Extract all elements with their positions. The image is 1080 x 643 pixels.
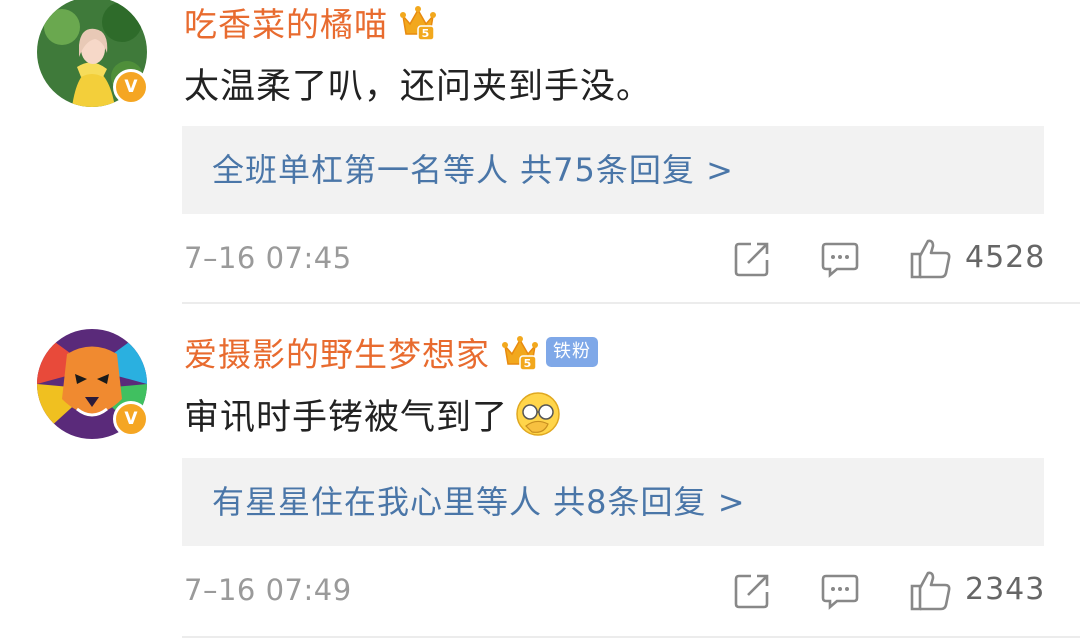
username-row: 吃香菜的橘喵 5 bbox=[184, 0, 438, 44]
share-icon[interactable] bbox=[733, 240, 771, 278]
comment-icon[interactable] bbox=[821, 572, 859, 610]
timestamp: 7–16 07:49 bbox=[184, 573, 352, 607]
comment-text: 审讯时手铐被气到了 bbox=[184, 383, 562, 445]
like-count: 2343 bbox=[965, 572, 1046, 607]
comment-icon[interactable] bbox=[821, 240, 859, 278]
comment-text: 太温柔了叭，还问夹到手没。 bbox=[184, 52, 652, 114]
like-count: 4528 bbox=[965, 240, 1046, 275]
divider bbox=[182, 636, 1080, 638]
verified-badge-icon: V bbox=[113, 69, 149, 105]
comment-item: V 爱摄影的野生梦想家 5 铁粉 审讯时手铐被气到了 有星星住在我心里等人 共8… bbox=[0, 303, 1080, 643]
avatar[interactable]: V bbox=[37, 329, 149, 439]
replies-box[interactable]: 全班单杠第一名等人 共75条回复 > bbox=[182, 126, 1044, 214]
crown-level-label: 5 bbox=[524, 357, 533, 370]
crown-level-icon[interactable]: 5 bbox=[398, 2, 438, 42]
replies-link[interactable]: 全班单杠第一名等人 共75条回复 > bbox=[212, 126, 734, 214]
fan-badge[interactable]: 铁粉 bbox=[546, 337, 598, 367]
replies-link[interactable]: 有星星住在我心里等人 共8条回复 > bbox=[212, 458, 746, 546]
username-row: 爱摄影的野生梦想家 5 铁粉 bbox=[184, 330, 598, 374]
avatar[interactable]: V bbox=[37, 0, 149, 107]
username[interactable]: 吃香菜的橘喵 bbox=[184, 0, 388, 46]
facepalm-emoji-icon bbox=[516, 392, 560, 436]
crown-level-label: 5 bbox=[422, 27, 431, 40]
timestamp: 7–16 07:45 bbox=[184, 241, 352, 275]
comment-text-content: 太温柔了叭，还问夹到手没。 bbox=[184, 66, 653, 107]
comment-item: V 吃香菜的橘喵 5 太温柔了叭，还问夹到手没。 全班单杠第一名等人 共75条回… bbox=[0, 0, 1080, 303]
like-icon[interactable] bbox=[909, 236, 953, 280]
comment-text-content: 审讯时手铐被气到了 bbox=[184, 397, 509, 438]
replies-box[interactable]: 有星星住在我心里等人 共8条回复 > bbox=[182, 458, 1044, 546]
like-icon[interactable] bbox=[909, 568, 953, 612]
share-icon[interactable] bbox=[733, 572, 771, 610]
verified-badge-icon: V bbox=[113, 401, 149, 437]
crown-level-icon[interactable]: 5 bbox=[500, 332, 540, 372]
username[interactable]: 爱摄影的野生梦想家 bbox=[184, 328, 490, 376]
